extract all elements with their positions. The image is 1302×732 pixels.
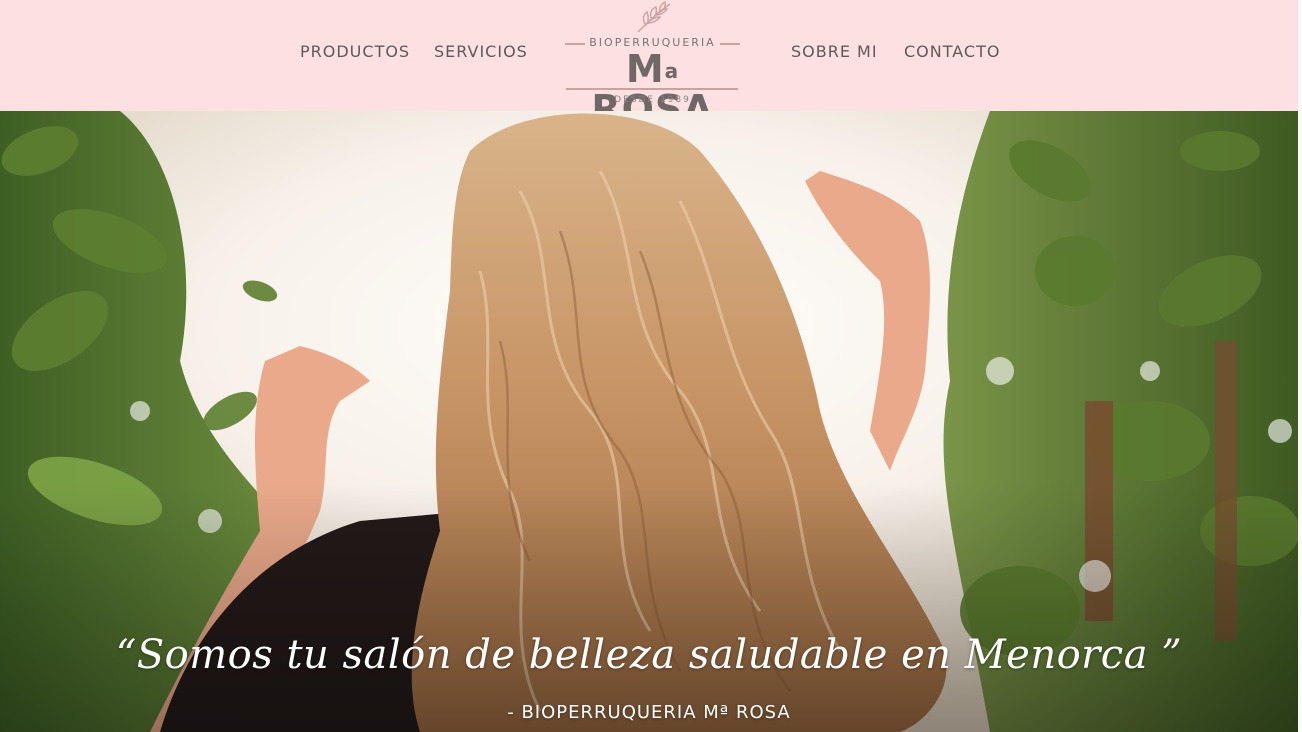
nav-servicios[interactable]: SERVICIOS: [434, 42, 528, 61]
hero-attribution: - BIOPERRUQUERIA Mª ROSA: [507, 702, 791, 723]
logo-since-text: DESDE 1989: [614, 95, 691, 105]
logo-divider: [566, 88, 738, 90]
logo-main-initial: M: [625, 47, 665, 91]
page-edge: [1298, 0, 1302, 732]
leaf-branch-icon: [637, 0, 671, 33]
nav-sobre-mi[interactable]: SOBRE MI: [791, 42, 878, 61]
hero-quote: “Somos tu salón de belleza saludable en …: [115, 632, 1183, 678]
nav-contacto[interactable]: CONTACTO: [904, 42, 1000, 61]
logo-main-sup: a: [664, 59, 680, 83]
site-logo[interactable]: BIOPERRUQUERIA Ma ROSA DESDE 1989: [560, 0, 745, 129]
site-header: PRODUCTOS SERVICIOS BIOPERRUQUERIA Ma RO…: [0, 0, 1298, 129]
nav-productos[interactable]: PRODUCTOS: [300, 42, 410, 61]
